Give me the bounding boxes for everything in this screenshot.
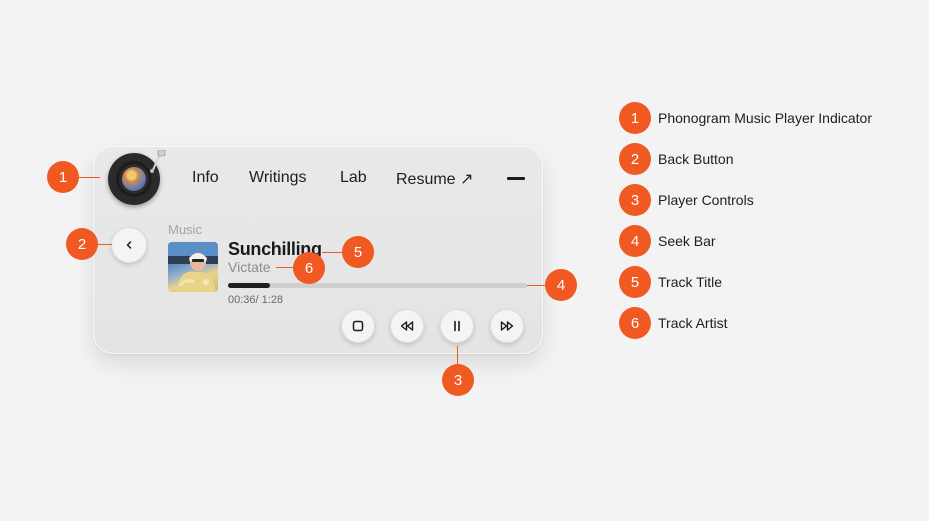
legend-badge: 2 <box>619 143 651 175</box>
nav-resume-link[interactable]: Resume ↗ <box>396 169 473 189</box>
album-art-image <box>168 242 218 292</box>
nav-lab-link[interactable]: Lab <box>340 169 367 187</box>
legend-badge: 4 <box>619 225 651 257</box>
callout-badge-3: 3 <box>442 364 474 396</box>
nav-info-link[interactable]: Info <box>192 169 219 187</box>
callout-badge-4: 4 <box>545 269 577 301</box>
callout-badge-1: 1 <box>47 161 79 193</box>
callout-leader-1 <box>78 177 100 178</box>
nav-writings-link[interactable]: Writings <box>249 169 307 187</box>
chevron-left-icon <box>126 241 132 249</box>
stop-button[interactable] <box>341 309 375 343</box>
tonearm-icon <box>150 150 166 173</box>
legend-badge: 1 <box>619 102 651 134</box>
time-display: 00:36/ 1:28 <box>228 294 284 306</box>
legend-label: Phonogram Music Player Indicator <box>658 110 872 126</box>
legend-label: Track Title <box>658 274 723 290</box>
legend-label: Player Controls <box>658 192 754 208</box>
legend-badge: 5 <box>619 266 651 298</box>
pause-icon <box>454 320 460 332</box>
callout-badge-2: 2 <box>66 228 98 260</box>
legend-label: Back Button <box>658 151 734 167</box>
legend-label: Seek Bar <box>658 233 716 249</box>
callout-leader-5 <box>322 252 344 253</box>
pause-button[interactable] <box>440 309 474 343</box>
legend-label: Track Artist <box>658 315 728 331</box>
rewind-icon <box>400 321 414 331</box>
fast-forward-button[interactable] <box>490 309 524 343</box>
seek-bar-progress <box>228 283 270 288</box>
legend-badge: 6 <box>619 307 651 339</box>
seek-bar[interactable] <box>228 283 527 288</box>
fast-forward-icon <box>500 321 514 331</box>
section-label: Music <box>168 222 202 237</box>
callout-leader-4 <box>527 285 547 286</box>
album-label-icon <box>122 167 146 191</box>
callout-leader-6 <box>276 267 294 268</box>
stop-icon <box>352 320 364 332</box>
track-artist: Victate <box>228 259 271 275</box>
minimize-button[interactable] <box>507 177 525 180</box>
callout-badge-6: 6 <box>293 252 325 284</box>
legend-badge: 3 <box>619 184 651 216</box>
callout-leader-2 <box>98 244 112 245</box>
back-button[interactable] <box>111 227 147 263</box>
rewind-button[interactable] <box>390 309 424 343</box>
callout-badge-5: 5 <box>342 236 374 268</box>
